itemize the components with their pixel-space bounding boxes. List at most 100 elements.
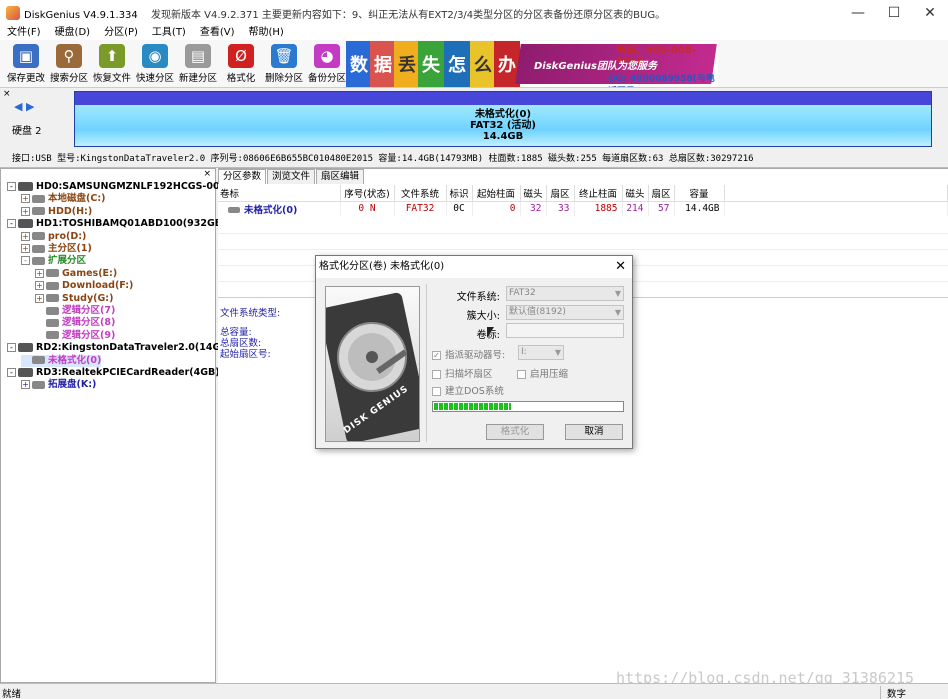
tree-partition-node[interactable]: + 主分区(1) <box>21 243 92 255</box>
format-start-button[interactable]: 格式化 <box>486 424 544 440</box>
tree-disk-node[interactable]: - RD3:RealtekPCIECardReader(4GB) <box>7 367 220 379</box>
app-logo-icon <box>6 6 20 20</box>
tree-partition-node[interactable]: + 本地磁盘(C:) <box>21 193 105 205</box>
format-dialog: 格式化分区(卷) 未格式化(0) ✕ DISK GENIUS 文件系统: FAT… <box>315 255 633 449</box>
window-title: DiskGenius V4.9.1.334 发现新版本 V4.9.2.371 主… <box>24 6 844 21</box>
collapse-icon[interactable]: - <box>7 182 16 191</box>
quick-partition-button[interactable]: ◉ 快速分区 <box>133 44 177 86</box>
banner-tile: 数 <box>346 41 372 87</box>
tree-partition-node[interactable]: + Study(G:) <box>35 293 113 305</box>
expand-icon[interactable]: + <box>35 268 44 278</box>
delete-partition-button[interactable]: 🗑 删除分区 <box>262 44 306 86</box>
disk-nav-arrows-icon[interactable]: ◀ ▶ <box>14 100 34 113</box>
fs-label: 文件系统: <box>456 292 500 303</box>
menu-partition[interactable]: 分区(P) <box>97 26 145 40</box>
col-volume-label[interactable]: 卷标 <box>218 185 341 202</box>
maximize-button[interactable]: ☐ <box>876 0 912 26</box>
search-icon: ⚲ <box>56 44 82 68</box>
close-window-button[interactable]: ✕ <box>912 0 948 26</box>
new-partition-button[interactable]: ▤ 新建分区 <box>176 44 220 86</box>
tab-sector-edit[interactable]: 扇区编辑 <box>316 169 365 184</box>
cluster-size-label: 簇大小: <box>466 311 500 322</box>
col-capacity[interactable]: 容量 <box>674 185 725 202</box>
tree-partition-node[interactable]: + 拓展盘(K:) <box>21 379 96 391</box>
quick-partition-icon: ◉ <box>142 44 168 68</box>
format-button[interactable]: Ø 格式化 <box>219 44 263 86</box>
partition-size: 14.4GB <box>482 131 524 142</box>
expand-icon[interactable]: + <box>21 206 30 216</box>
tree-partition-node[interactable]: + Download(F:) <box>35 280 133 292</box>
banner-ad[interactable]: 数 据 丢 失 怎 么 办 电话：400-008-9958 DiskGenius… <box>346 41 718 87</box>
assign-drive-letter-checkbox[interactable]: ✓ 指派驱动器号: <box>432 347 505 361</box>
tree-close-icon[interactable]: × <box>203 169 211 179</box>
tree-disk-node[interactable]: - RD2:KingstonDataTraveler2.0(14GB <box>7 342 228 354</box>
tree-partition-node[interactable]: 未格式化(0) <box>21 354 102 367</box>
col-index-status[interactable]: 序号(状态) <box>340 185 395 202</box>
menu-disk[interactable]: 硬盘(D) <box>48 26 98 40</box>
col-file-system[interactable]: 文件系统 <box>394 185 447 202</box>
partition-bar[interactable]: 未格式化(0) FAT32 (活动) 14.4GB <box>74 91 932 147</box>
fs-type-label: 文件系统类型: <box>220 308 281 319</box>
tree-partition-node[interactable]: - 扩展分区 <box>21 255 86 267</box>
collapse-icon[interactable]: - <box>7 368 16 377</box>
tree-partition-node[interactable]: + HDD(H:) <box>21 206 92 218</box>
expand-icon[interactable]: + <box>35 281 44 291</box>
tab-partition-params[interactable]: 分区参数 <box>218 169 267 184</box>
collapse-icon[interactable]: - <box>21 256 30 266</box>
tree-partition-node[interactable]: + Games(E:) <box>35 268 117 280</box>
dialog-close-button[interactable]: ✕ <box>615 256 626 278</box>
col-start-cylinder[interactable]: 起始柱面 <box>472 185 521 202</box>
search-partition-button[interactable]: ⚲ 搜索分区 <box>47 44 91 86</box>
save-changes-button[interactable]: ▣ 保存更改 <box>4 44 48 86</box>
menu-bar: 文件(F) 硬盘(D) 分区(P) 工具(T) 查看(V) 帮助(H) <box>0 26 948 40</box>
volume-label-input[interactable] <box>506 323 624 338</box>
drive-icon <box>46 269 59 278</box>
drive-icon <box>46 318 59 327</box>
collapse-icon[interactable]: - <box>7 343 16 353</box>
tree-partition-node[interactable]: + pro(D:) <box>21 231 86 243</box>
col-end-cylinder[interactable]: 终止柱面 <box>574 185 623 202</box>
expand-icon[interactable]: + <box>21 231 30 241</box>
menu-tools[interactable]: 工具(T) <box>145 26 193 40</box>
tree-node-label: RD3:RealtekPCIECardReader(4GB) <box>36 367 220 378</box>
tree-partition-node[interactable]: 逻辑分区(9) <box>35 330 115 342</box>
menu-help[interactable]: 帮助(H) <box>242 26 291 40</box>
tree-partition-node[interactable]: 逻辑分区(7) <box>35 305 115 317</box>
col-id[interactable]: 标识 <box>446 185 473 202</box>
tree-node-label: HDD(H:) <box>48 205 93 217</box>
col-end-sector[interactable]: 扇区 <box>648 185 675 202</box>
backup-partition-button[interactable]: ◕ 备份分区 <box>305 44 349 86</box>
col-start-head[interactable]: 磁头 <box>520 185 547 202</box>
menu-view[interactable]: 查看(V) <box>193 26 242 40</box>
cluster-size-select[interactable]: 默认值(8192) ▼ <box>506 305 624 320</box>
recover-files-button[interactable]: ⬆ 恢复文件 <box>90 44 134 86</box>
expand-icon[interactable]: + <box>21 380 30 390</box>
minimize-button[interactable]: — <box>840 0 876 26</box>
tree-node-label: 拓展盘(K:) <box>48 379 97 391</box>
col-end-head[interactable]: 磁头 <box>622 185 649 202</box>
cell-start-head: 32 <box>520 201 547 216</box>
create-dos-system-checkbox[interactable]: 建立DOS系统 <box>432 383 504 397</box>
tab-browse-files[interactable]: 浏览文件 <box>267 169 316 184</box>
fs-select[interactable]: FAT32 ▼ <box>506 286 624 301</box>
cancel-button[interactable]: 取消 <box>565 424 623 440</box>
format-progress-bar <box>432 401 624 412</box>
disk-icon <box>18 368 33 377</box>
collapse-icon[interactable]: - <box>7 219 16 229</box>
disk-panel-close-icon[interactable]: × <box>3 89 11 99</box>
col-start-sector[interactable]: 扇区 <box>546 185 575 202</box>
enable-compression-checkbox[interactable]: 启用压缩 <box>517 366 568 380</box>
menu-file[interactable]: 文件(F) <box>0 26 48 40</box>
tree-partition-node[interactable]: 逻辑分区(8) <box>35 317 115 329</box>
tree-node-label: 逻辑分区(9) <box>62 329 116 341</box>
chevron-down-icon: ▼ <box>614 289 621 298</box>
expand-icon[interactable]: + <box>21 244 30 253</box>
drive-letter-select[interactable]: I: ▼ <box>518 345 564 360</box>
expand-icon[interactable]: + <box>21 194 30 204</box>
tree-disk-node[interactable]: - HD1:TOSHIBAMQ01ABD100(932GB) <box>7 218 226 230</box>
expand-icon[interactable]: + <box>35 293 44 303</box>
scan-bad-sectors-checkbox[interactable]: 扫描坏扇区 <box>432 366 493 380</box>
status-bar: 就绪 数字 <box>0 683 948 699</box>
table-row[interactable]: 未格式化(0) 0 N FAT32 0C 0 32 33 1885 214 57… <box>218 201 948 216</box>
cell-volume-label: 未格式化(0) <box>218 201 341 216</box>
